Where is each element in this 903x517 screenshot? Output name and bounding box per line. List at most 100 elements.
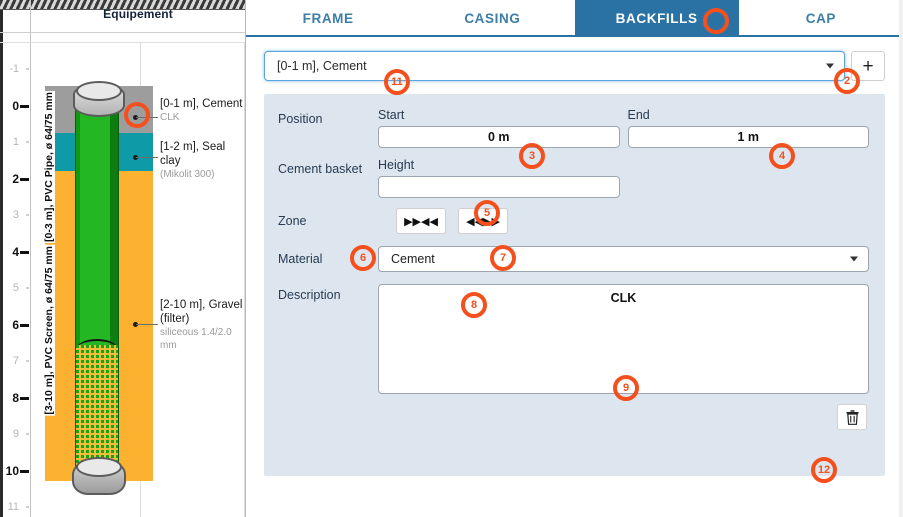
end-field-group: End 1 m xyxy=(627,108,869,148)
tab-casing[interactable]: CASING xyxy=(410,0,575,37)
depth-tick-label: 3 xyxy=(12,209,19,221)
backfill-select[interactable]: [0-1 m], Cement xyxy=(264,51,845,81)
position-fields: Start 0 m End 1 m xyxy=(378,108,869,148)
position-label: Position xyxy=(278,112,323,126)
callout-seal-clay: [1-2 m], Seal clay (Mikolit 300) xyxy=(160,140,244,181)
depth-tick-label: 8 xyxy=(12,390,19,405)
description-textarea[interactable]: CLK xyxy=(378,284,869,394)
chevron-down-icon xyxy=(826,63,834,69)
zone-fields: ▶▶◀◀ ◀◀▶▶ xyxy=(378,208,869,234)
diagram-inner-edge-right xyxy=(244,42,245,517)
end-input[interactable]: 1 m xyxy=(627,126,869,148)
hatch-band-left xyxy=(0,0,30,10)
backfill-select-value: [0-1 m], Cement xyxy=(277,59,367,73)
material-row: Material Cement xyxy=(278,246,869,272)
start-label: Start xyxy=(378,108,405,122)
callout-gravel-title: [2-10 m], Gravel (filter) xyxy=(160,299,243,325)
pvc-pipe-casing xyxy=(75,91,119,345)
depth-tick-label: 7 xyxy=(12,355,19,367)
zone-row: Zone ▶▶◀◀ ◀◀▶▶ xyxy=(278,208,869,234)
depth-axis: -1 0 1 2 3 4 5 6 7 8 9 10 11 xyxy=(0,42,31,517)
zone-shrink-button[interactable]: ▶▶◀◀ xyxy=(396,208,446,234)
depth-tick-label: 0 xyxy=(12,98,19,113)
height-field-group: Height xyxy=(378,158,620,198)
trash-icon xyxy=(846,409,858,425)
depth-tick-mark xyxy=(20,104,29,108)
depth-tick-mark xyxy=(20,469,29,473)
depth-tick-mark xyxy=(26,506,29,508)
depth-tick-mark xyxy=(26,433,29,435)
height-input[interactable] xyxy=(378,176,620,198)
screen-vertical-label: [3-10 m], PVC Screen, ø 64/75 mm xyxy=(43,245,55,416)
depth-tick-mark xyxy=(20,323,29,327)
depth-tick-mark xyxy=(26,287,29,289)
backfill-detail-card: Position Start 0 m End 1 m Cement basket… xyxy=(264,94,885,476)
casing-bottom-lid xyxy=(76,457,122,477)
depth-tick-label: 11 xyxy=(7,501,19,513)
depth-tick-mark xyxy=(20,250,29,254)
depth-tick-mark xyxy=(20,177,29,181)
rewind-fast-forward-icon: ◀◀▶▶ xyxy=(466,215,500,228)
form-container: [0-1 m], Cement + Position Start 0 m End… xyxy=(246,37,903,476)
pvc-screen xyxy=(75,345,119,473)
end-label: End xyxy=(627,108,650,122)
cement-basket-label: Cement basket xyxy=(278,162,363,176)
depth-tick-label: 4 xyxy=(12,244,19,259)
depth-tick-label: 2 xyxy=(12,171,19,186)
casing-vertical-label: [0-3 m], PVC Pipe, ø 64/75 mm xyxy=(43,91,55,243)
callout-seal-title: [1-2 m], Seal clay xyxy=(160,141,226,167)
zone-grow-button[interactable]: ◀◀▶▶ xyxy=(458,208,508,234)
height-label: Height xyxy=(378,158,415,172)
description-fields: CLK xyxy=(378,284,869,394)
depth-tick-label: -1 xyxy=(9,63,19,75)
depth-tick-label: 10 xyxy=(5,463,19,478)
tab-bar-underline xyxy=(246,35,903,37)
callout-gravel-sub: siliceous 1.4/2.0 mm xyxy=(160,327,232,351)
description-label: Description xyxy=(278,288,341,302)
depth-tick-mark xyxy=(26,360,29,362)
depth-tick-label: 1 xyxy=(12,136,19,148)
depth-tick-label: 6 xyxy=(12,317,19,332)
add-backfill-button[interactable]: + xyxy=(851,51,885,81)
material-select[interactable]: Cement xyxy=(378,246,869,272)
depth-tick-label: 9 xyxy=(12,428,19,440)
tab-bar: FRAME CASING BACKFILLS CAP xyxy=(246,0,903,37)
description-row: Description CLK xyxy=(278,284,869,394)
tab-frame[interactable]: FRAME xyxy=(246,0,411,37)
depth-tick-label: 5 xyxy=(12,282,19,294)
delete-row xyxy=(278,404,869,430)
depth-tick-mark xyxy=(20,396,29,400)
start-input[interactable]: 0 m xyxy=(378,126,620,148)
start-field-group: Start 0 m xyxy=(378,108,620,148)
depth-tick-mark xyxy=(26,214,29,216)
well-diagram-panel: Equipement -1 0 1 2 3 4 5 6 7 8 9 10 11 [0-3 m], PVC… xyxy=(0,0,246,517)
backfills-editor-panel: FRAME CASING BACKFILLS CAP [0-1 m], Cement … xyxy=(246,0,903,517)
tab-backfills[interactable]: BACKFILLS xyxy=(574,0,739,37)
zone-label: Zone xyxy=(278,214,307,228)
callout-leader-cement xyxy=(136,117,158,118)
depth-tick-mark xyxy=(26,68,29,70)
callout-cement: [0-1 m], Cement CLK xyxy=(160,97,244,124)
height-spacer xyxy=(628,158,870,198)
delete-backfill-button[interactable] xyxy=(837,404,867,430)
vertical-scrollbar[interactable] xyxy=(899,0,903,517)
tab-cap[interactable]: CAP xyxy=(738,0,903,37)
material-label: Material xyxy=(278,252,323,266)
application-root: Equipement -1 0 1 2 3 4 5 6 7 8 9 10 11 [0-3 m], PVC… xyxy=(0,0,903,517)
callout-leader-seal xyxy=(136,157,158,158)
header-rule xyxy=(0,32,245,33)
cement-basket-fields: Height xyxy=(378,158,869,198)
material-fields: Cement xyxy=(378,246,869,272)
casing-top-lid xyxy=(76,81,122,101)
cement-basket-row: Cement basket Height xyxy=(278,158,869,198)
header-rule-secondary xyxy=(0,42,245,43)
callout-cement-title: [0-1 m], Cement xyxy=(160,98,243,110)
diagram-header-title: Equipement xyxy=(103,7,173,21)
fast-forward-rewind-icon: ▶▶◀◀ xyxy=(404,215,438,228)
callout-seal-sub: (Mikolit 300) xyxy=(160,169,215,180)
plus-icon: + xyxy=(862,55,874,77)
callout-gravel: [2-10 m], Gravel (filter) siliceous 1.4/… xyxy=(160,298,244,352)
position-row: Position Start 0 m End 1 m xyxy=(278,108,869,148)
chevron-down-icon-material xyxy=(850,256,858,262)
depth-tick-mark xyxy=(26,141,29,143)
